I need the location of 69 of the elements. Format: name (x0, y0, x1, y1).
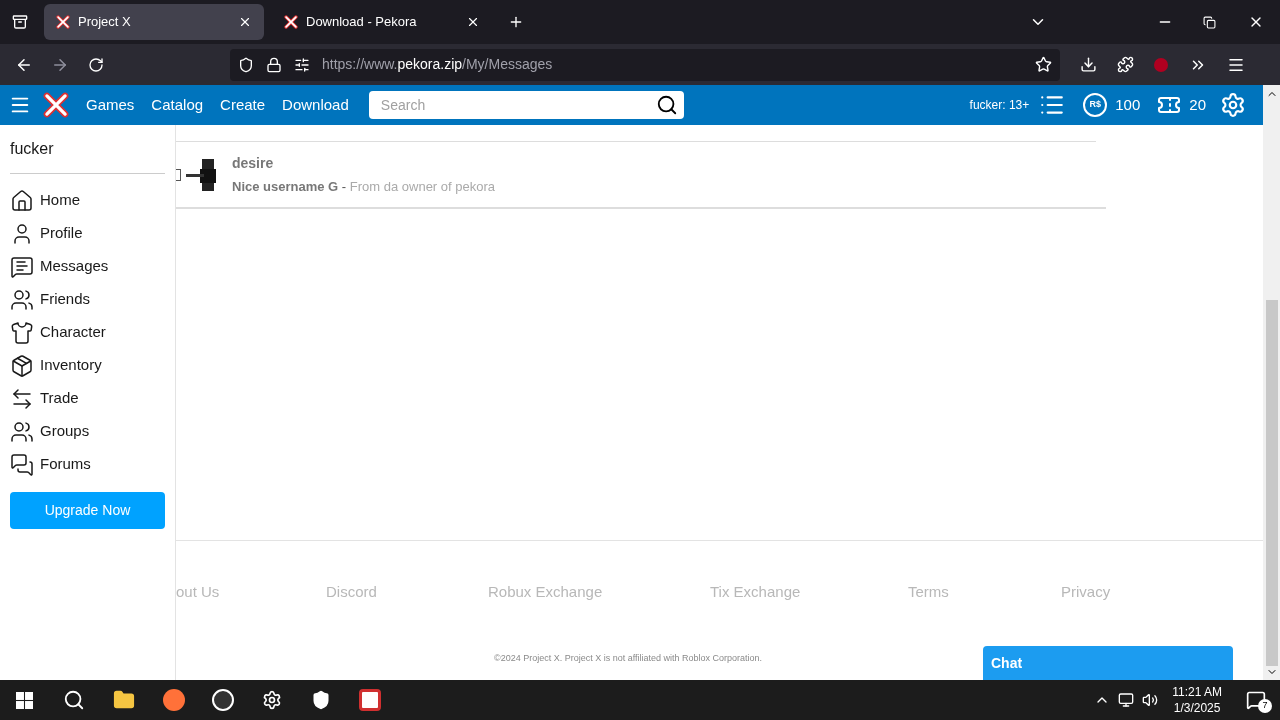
sidebar-item[interactable]: Profile (10, 217, 165, 250)
friends-icon (10, 287, 34, 312)
settings-icon[interactable] (262, 690, 282, 710)
message-summary: Nice username G - From da owner of pekora (232, 177, 495, 196)
restore-icon[interactable] (1203, 15, 1216, 29)
clock-time: 11:21 AM (1172, 684, 1222, 700)
robux-count: 100 (1115, 94, 1141, 115)
notifications-icon[interactable] (1246, 690, 1266, 710)
copyright-text: ©2024 Project X. Project X is not affiliated with Roblox Corporation. (494, 652, 763, 663)
checkbox[interactable] (176, 168, 181, 181)
trade-icon (10, 386, 34, 411)
close-icon[interactable] (466, 15, 480, 29)
nav-link[interactable]: Download (282, 93, 349, 117)
home-icon (10, 188, 34, 213)
scrollbar[interactable] (1263, 85, 1280, 680)
sidebar-username: fucker (10, 140, 54, 157)
message-row[interactable]: desire Nice username G - From da owner of pekora (176, 142, 1106, 209)
permissions-icon[interactable] (294, 56, 310, 73)
message-sender: desire (232, 153, 275, 173)
chat-title: Chat (991, 653, 1023, 673)
sidebar-item[interactable]: Messages (10, 250, 165, 283)
nav-link[interactable]: Games (86, 93, 135, 117)
url-text: https://www.pekora.zip/My/Messages (322, 55, 553, 74)
sidebar-item[interactable]: Forums (10, 448, 165, 481)
shield-icon[interactable] (238, 56, 254, 73)
tix-count: 20 (1189, 94, 1206, 115)
inventory-icon (10, 353, 34, 378)
notification-count: 7 (1258, 699, 1272, 713)
shield-icon[interactable] (311, 690, 331, 710)
site-logo-icon (43, 92, 69, 118)
reload-icon[interactable] (88, 56, 104, 73)
folder-icon[interactable] (113, 689, 135, 711)
sidebar-item[interactable]: Groups (10, 415, 165, 448)
browser-tab[interactable]: Download - Pekora (272, 4, 492, 40)
address-bar[interactable]: https://www.pekora.zip/My/Messages (230, 48, 1060, 81)
robux-icon[interactable]: R$ (1083, 93, 1108, 117)
windows-logo-icon[interactable] (16, 691, 33, 709)
download-icon[interactable] (1080, 56, 1097, 73)
sidebar-item[interactable]: Character (10, 316, 165, 349)
nav-link[interactable]: Catalog (151, 93, 204, 117)
clock-date: 1/3/2025 (1173, 700, 1221, 716)
extensions-icon[interactable] (1117, 56, 1134, 73)
tab-title: Download - Pekora (306, 13, 418, 32)
tab-favicon-icon (56, 15, 70, 29)
volume-icon[interactable] (1142, 692, 1159, 708)
search-field[interactable]: Search (368, 91, 684, 119)
browser-tab[interactable]: Project X (44, 4, 264, 40)
messages-icon (10, 254, 34, 279)
sidebar-item[interactable]: Inventory (10, 349, 165, 382)
sidebar-item[interactable]: Home (10, 184, 165, 217)
bookmark-star-icon[interactable] (1035, 56, 1052, 73)
new-tab-icon[interactable] (508, 14, 524, 30)
browser-app-icon[interactable] (163, 689, 185, 711)
search-icon[interactable] (655, 94, 678, 116)
network-icon[interactable] (1118, 692, 1135, 708)
character-icon (10, 320, 34, 345)
sidebar-item[interactable]: Friends (10, 283, 165, 316)
tab-list-icon[interactable] (12, 14, 28, 30)
lock-icon[interactable] (266, 56, 282, 73)
nav-link[interactable]: Create (220, 93, 266, 117)
user-age-label: fucker: 13+ (969, 97, 1030, 114)
search-icon[interactable] (63, 689, 85, 711)
tab-favicon-icon (284, 15, 298, 29)
groups-icon (10, 419, 34, 444)
close-icon[interactable] (238, 15, 252, 29)
sidebar-item[interactable]: Trade (10, 382, 165, 415)
forums-icon (10, 452, 34, 477)
tab-title: Project X (78, 13, 132, 32)
app-icon[interactable] (359, 689, 381, 711)
